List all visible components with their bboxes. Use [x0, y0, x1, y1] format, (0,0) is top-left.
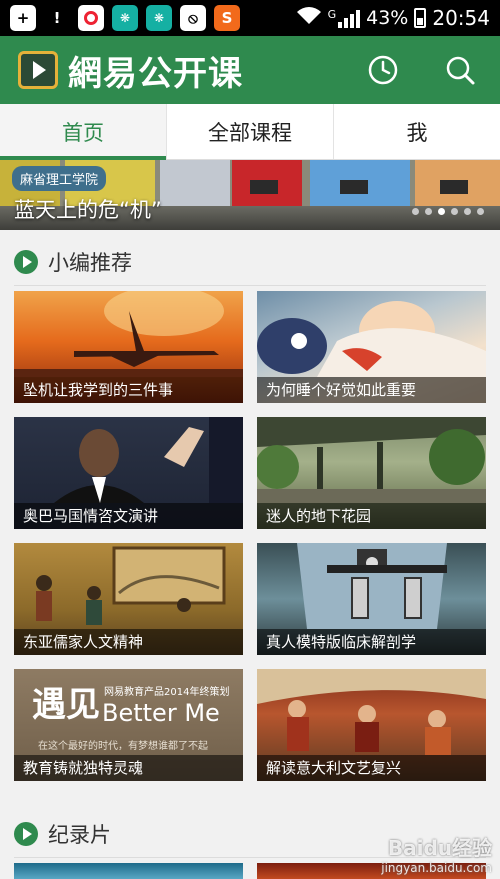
course-caption: 真人模特版临床解剖学 [257, 629, 486, 655]
course-card[interactable]: 东亚儒家人文精神 [14, 543, 243, 655]
section-header-editors-picks[interactable]: 小编推荐 [14, 238, 486, 286]
app-logo-icon [18, 51, 58, 89]
course-card[interactable] [14, 863, 243, 879]
promo-big-char: 遇见 [32, 685, 100, 725]
course-caption: 奥巴马国情咨文演讲 [14, 503, 243, 529]
tab-me[interactable]: 我 [334, 104, 500, 159]
underground-garden-image [257, 417, 486, 503]
banner-title: 蓝天上的危“机” [14, 198, 162, 222]
app-header: 網易公开课 [0, 36, 500, 104]
app-notification-icon [78, 5, 104, 31]
banner-image [440, 180, 468, 194]
history-button[interactable] [365, 52, 401, 88]
status-bar: + ! ❋ ❋ ⦸ S G 43% 20:54 [0, 0, 500, 36]
course-card[interactable]: 为何睡个好觉如此重要 [257, 291, 486, 403]
watermark-brand: Baidu经验 [387, 836, 492, 860]
pagination-dot-active[interactable] [438, 208, 445, 215]
huawei-icon: ❋ [146, 5, 172, 31]
tab-home-label: 首页 [62, 120, 104, 145]
banner-tag: 麻省理工学院 [12, 166, 107, 191]
banner-pagination [412, 208, 484, 215]
huawei-icon: ❋ [112, 5, 138, 31]
pagination-dot[interactable] [451, 208, 458, 215]
clock: 20:54 [432, 6, 490, 30]
tab-bar: 首页 全部课程 我 [0, 104, 500, 160]
course-caption: 解读意大利文艺复兴 [257, 755, 486, 781]
course-caption: 迷人的地下花园 [257, 503, 486, 529]
tab-all-courses[interactable]: 全部课程 [167, 104, 334, 159]
wifi-icon [296, 6, 322, 31]
pagination-dot[interactable] [412, 208, 419, 215]
banner-image [340, 180, 368, 194]
anatomy-surgeon-image [297, 543, 447, 629]
course-caption: 教育铸就独特灵魂 [14, 755, 243, 781]
play-icon [14, 821, 38, 846]
signal-icon: G [328, 8, 361, 28]
banner-image [250, 180, 278, 194]
section-title: 纪录片 [48, 822, 111, 847]
search-button[interactable] [442, 52, 478, 88]
search-icon [446, 56, 475, 85]
promo-slogan: 在这个最好的时代，有梦想谁都了不起 [38, 741, 208, 752]
section-title: 小编推荐 [48, 250, 132, 275]
course-caption: 为何睡个好觉如此重要 [257, 377, 486, 403]
tab-all-courses-label: 全部课程 [208, 120, 292, 145]
pagination-dot[interactable] [425, 208, 432, 215]
tab-me-label: 我 [406, 120, 428, 145]
promo-subtitle: 网易教育产品2014年终策划 [104, 687, 230, 698]
baidu-jingyan-watermark: Baidu经验 jingyan.baidu.com [381, 832, 492, 875]
sogou-icon: S [214, 5, 240, 31]
renaissance-painting-image [257, 669, 486, 755]
pagination-dot[interactable] [464, 208, 471, 215]
obama-speech-image [54, 417, 243, 503]
confucian-painting-image [36, 546, 226, 625]
course-caption: 坠机让我学到的三件事 [14, 377, 243, 403]
course-card[interactable]: 解读意大利文艺复兴 [257, 669, 486, 781]
pagination-dot[interactable] [477, 208, 484, 215]
tab-home[interactable]: 首页 [0, 104, 167, 160]
watermark-url: jingyan.baidu.com [381, 861, 492, 875]
history-icon [368, 55, 398, 85]
airplane-image [14, 291, 243, 377]
block-icon: ⦸ [180, 5, 206, 31]
featured-banner[interactable]: 麻省理工学院 蓝天上的危“机” [0, 160, 500, 230]
warning-icon: ! [53, 9, 61, 27]
course-card[interactable]: 遇见 网易教育产品2014年终策划 Better Me 在这个最好的时代，有梦想… [14, 669, 243, 781]
course-card[interactable]: 迷人的地下花园 [257, 417, 486, 529]
battery-percent: 43% [366, 7, 409, 29]
course-card[interactable]: 真人模特版临床解剖学 [257, 543, 486, 655]
course-card[interactable]: 奥巴马国情咨文演讲 [14, 417, 243, 529]
course-caption: 东亚儒家人文精神 [14, 629, 243, 655]
promo-title: Better Me [102, 699, 220, 727]
signal-network-label: G [327, 8, 337, 21]
play-icon [14, 249, 38, 274]
course-card[interactable]: 坠机让我学到的三件事 [14, 291, 243, 403]
add-notification-icon: + [10, 5, 36, 31]
app-title: 網易公开课 [68, 53, 243, 94]
sleeping-baby-image [257, 301, 486, 377]
battery-icon [414, 8, 427, 28]
